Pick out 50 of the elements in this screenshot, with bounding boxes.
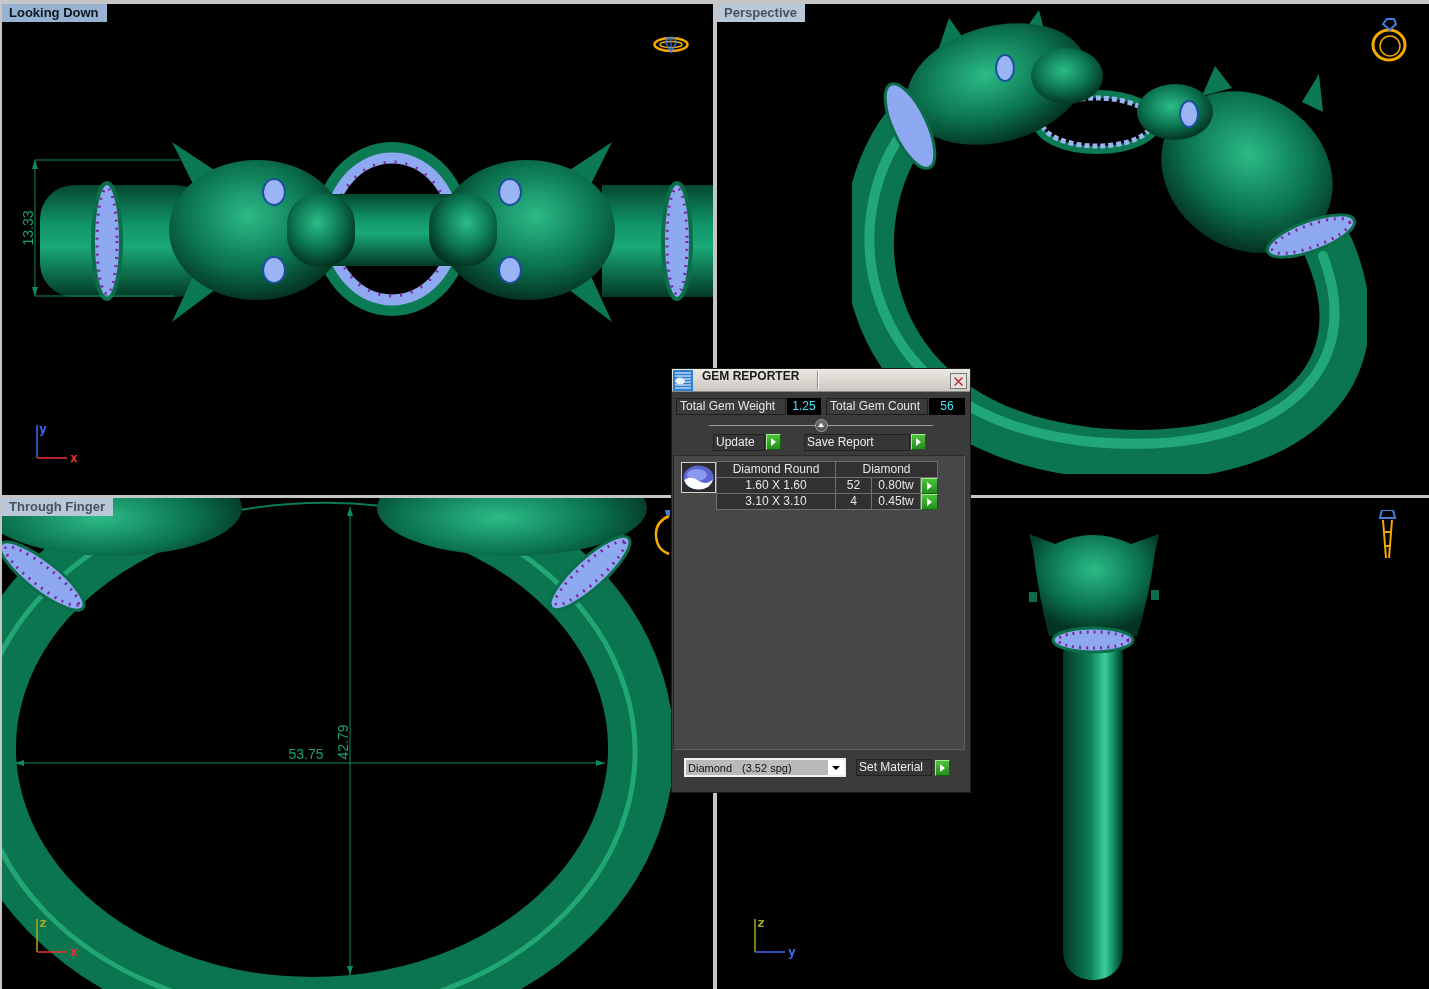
dialog-title: GEM REPORTER (702, 369, 800, 383)
viewport-label[interactable]: Looking Down (2, 4, 107, 22)
table-cell: 3.10 X 3.10 (717, 494, 836, 510)
close-icon (954, 376, 963, 386)
dimension-label: 42.79 (335, 724, 351, 760)
table-cell: 52 (836, 478, 872, 494)
axis-label: z (39, 915, 47, 930)
go-button[interactable] (935, 759, 950, 776)
play-icon (940, 763, 945, 772)
ring-icon (1370, 18, 1408, 62)
table-cell: 0.45tw (872, 494, 921, 510)
go-button[interactable] (766, 434, 781, 450)
axis-label: z (757, 915, 765, 930)
table-cell: 0.80tw (872, 478, 921, 494)
ring-icon (1378, 510, 1397, 560)
total-value: 1.25 (787, 398, 821, 415)
collapse-button[interactable] (814, 418, 828, 432)
caret-icon (828, 760, 844, 775)
axis-label: y (39, 421, 47, 436)
app-icon (673, 370, 693, 391)
play-icon (916, 438, 921, 446)
total-label: Total Gem Count (826, 398, 928, 415)
go-button[interactable] (911, 434, 926, 450)
caret-up-icon (818, 423, 824, 427)
dimension-label: 13.33 (20, 210, 36, 246)
close-button[interactable] (950, 373, 967, 389)
column-header: Diamond Round (717, 462, 836, 478)
action-label: Set Material (856, 759, 932, 776)
play-icon (771, 438, 776, 446)
table-cell: 1.60 X 1.60 (717, 478, 836, 494)
table-cell: 4 (836, 494, 872, 510)
axis-indicator (36, 424, 68, 459)
viewport-label[interactable]: Through Finger (2, 498, 114, 516)
action-label: Save Report (804, 434, 910, 451)
material-dropdown[interactable]: Diamond (3.52 spg) (684, 758, 846, 777)
total-label: Total Gem Weight (676, 398, 786, 415)
axis-indicator (36, 918, 68, 953)
viewport-label[interactable]: Perspective (717, 4, 805, 22)
axis-label: x (70, 450, 78, 465)
go-button[interactable] (921, 494, 938, 510)
go-button[interactable] (921, 478, 938, 494)
total-value: 56 (929, 398, 965, 415)
ring-icon (654, 510, 670, 556)
axis-label: x (70, 944, 78, 959)
axis-indicator (754, 918, 786, 953)
column-header: Diamond (836, 462, 938, 478)
dimension-label: 53.75 (288, 746, 324, 762)
action-label: Update (713, 434, 765, 451)
ring-icon (653, 36, 689, 53)
axis-label: y (788, 944, 796, 959)
